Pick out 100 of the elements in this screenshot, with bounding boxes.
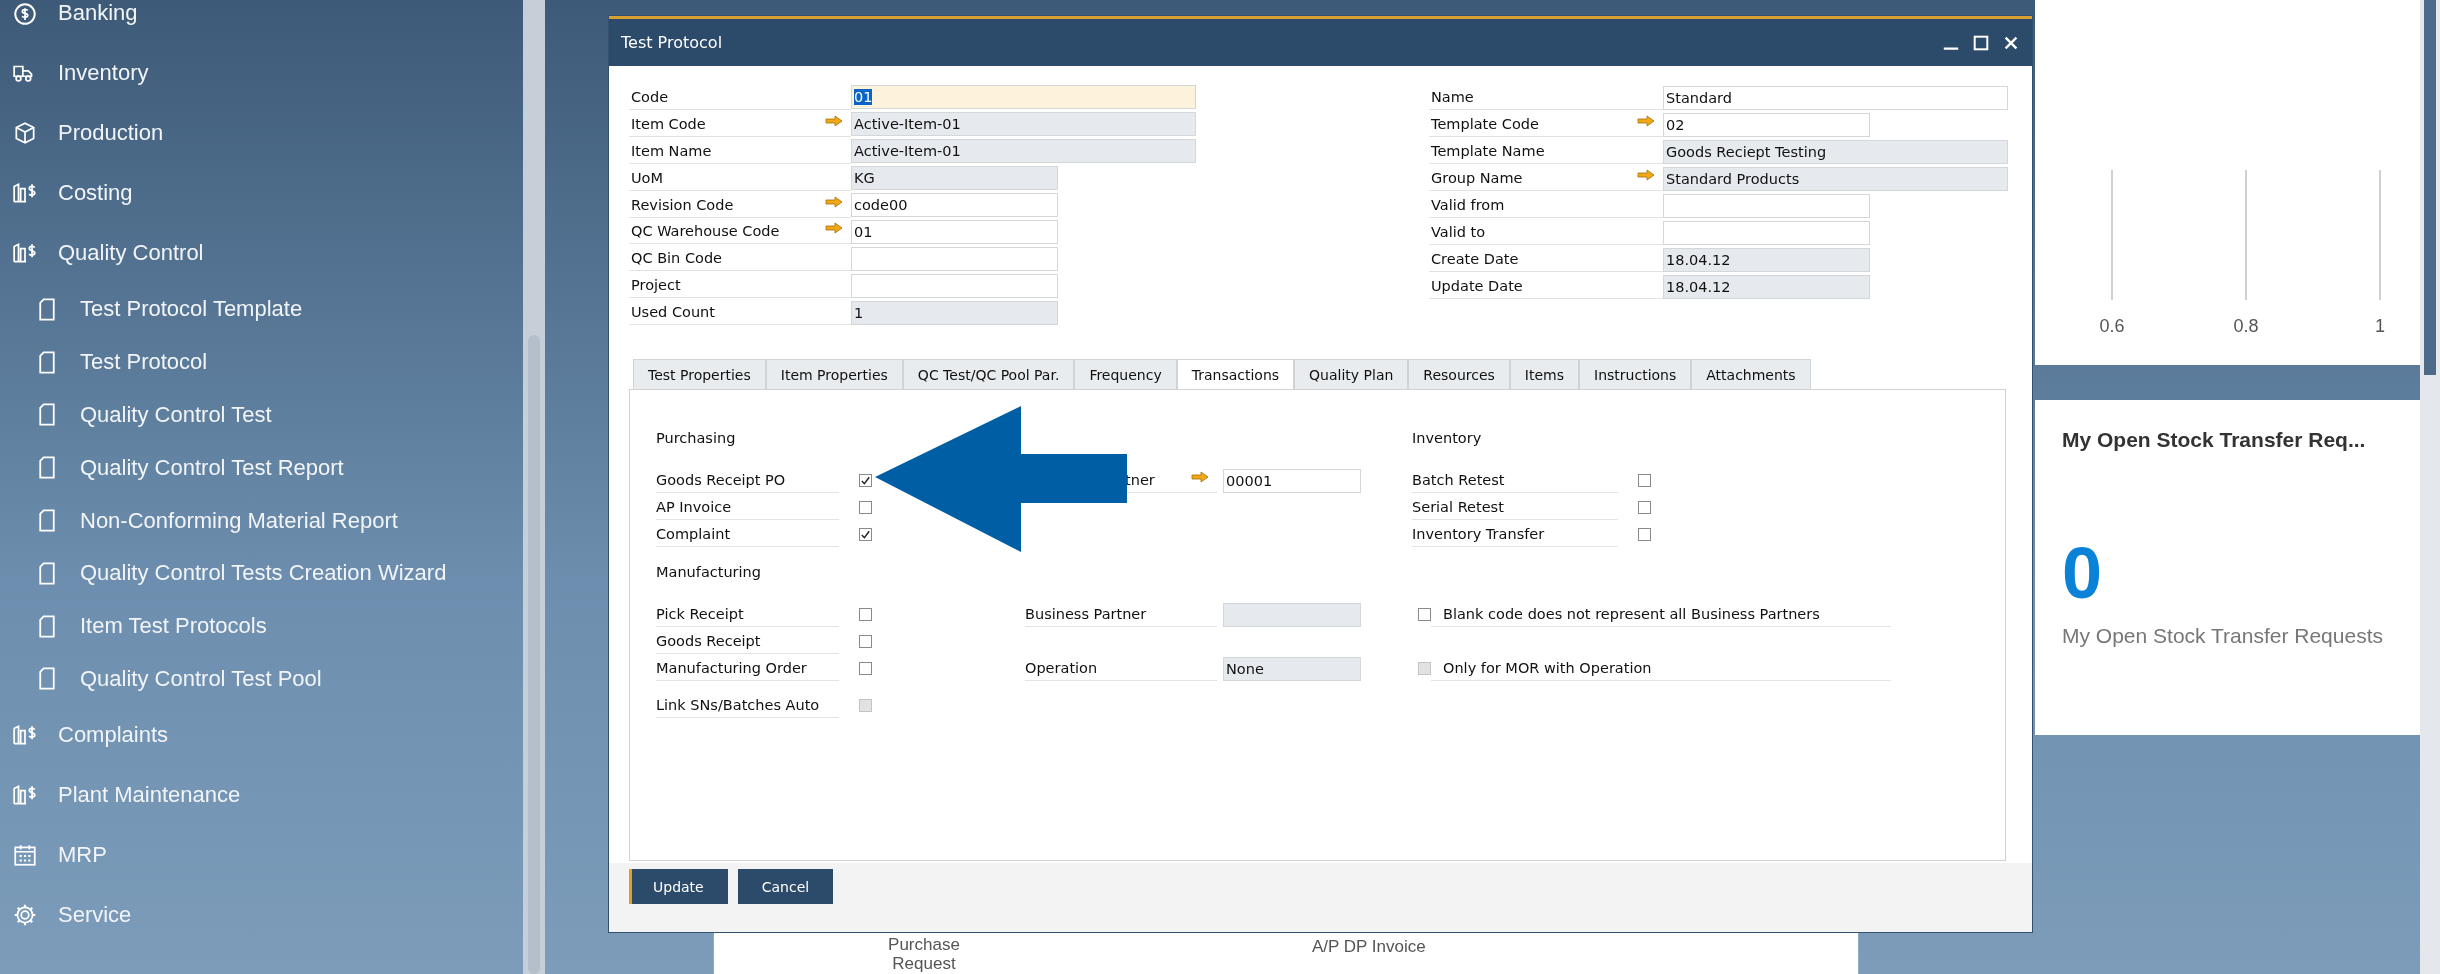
sidebar-item[interactable]: Quality Control	[0, 223, 523, 283]
document-icon	[38, 403, 56, 427]
link-arrow-icon[interactable]	[1637, 115, 1655, 127]
input-field[interactable]: None	[1223, 656, 1361, 681]
tab[interactable]: Items	[1509, 359, 1580, 389]
menu-item-label[interactable]: Purchase Request	[864, 935, 984, 973]
checkbox-label: Link SNs/Batches Auto	[656, 693, 839, 718]
checkbox[interactable]	[1638, 501, 1651, 514]
sidebar-item[interactable]: Inventory	[0, 43, 523, 103]
field-label: Create Date	[1431, 251, 1520, 267]
scrollbar[interactable]	[2420, 0, 2440, 974]
checkbox[interactable]	[859, 608, 872, 621]
input-field[interactable]	[851, 273, 1058, 298]
input-field[interactable]: 01	[851, 219, 1058, 244]
document-icon	[38, 667, 56, 691]
checkbox[interactable]	[859, 528, 872, 541]
maximize-icon[interactable]	[1972, 33, 1990, 52]
field-label: Item Name	[631, 142, 713, 159]
field-label: Used Count	[631, 304, 716, 321]
link-arrow-icon[interactable]	[825, 195, 843, 208]
sidebar-subitem[interactable]: Test Protocol	[0, 335, 523, 389]
link-arrow-icon[interactable]	[1637, 169, 1655, 181]
field-label: Valid to	[1431, 224, 1487, 240]
document-icon	[38, 297, 56, 321]
input-field[interactable]: code00	[851, 193, 1058, 217]
box-icon	[12, 120, 38, 146]
dialog-button[interactable]: Update	[629, 869, 728, 904]
input-field[interactable]: Standard	[1663, 85, 2008, 110]
tab[interactable]: Quality Plan	[1294, 359, 1409, 389]
tab[interactable]: Item Properties	[765, 359, 903, 389]
section-heading: Purchasing	[656, 429, 736, 446]
field-label: QC Bin Code	[631, 250, 724, 267]
kpi-value[interactable]: 0	[2062, 532, 2420, 614]
document-icon	[38, 509, 56, 533]
dialog-button[interactable]: Cancel	[737, 869, 834, 904]
arrow-pointer-icon	[875, 406, 1127, 552]
tab[interactable]: Test Properties	[633, 359, 766, 389]
checkbox-label: Inventory Transfer	[1412, 522, 1618, 547]
ledger-icon	[12, 240, 38, 266]
input-field[interactable]: Active-Item-01	[851, 112, 1196, 137]
tab[interactable]: Resources	[1408, 359, 1510, 389]
field-label: Operation	[1025, 660, 1099, 676]
field-label: Template Name	[1431, 143, 1546, 159]
tab[interactable]: Frequency	[1074, 359, 1177, 389]
input-field[interactable]: 1	[851, 300, 1058, 325]
input-field[interactable]: Goods Reciept Testing	[1663, 139, 2008, 164]
tab[interactable]: Attachments	[1691, 359, 1811, 389]
input-field[interactable]	[851, 246, 1058, 271]
section-heading: Inventory	[1412, 429, 1482, 446]
tab[interactable]: Transactions	[1176, 359, 1295, 389]
input-field[interactable]: KG	[851, 166, 1058, 191]
link-arrow-icon[interactable]	[1191, 471, 1209, 483]
input-field[interactable]: 00001	[1223, 468, 1361, 493]
field-label: Valid from	[1431, 197, 1506, 213]
input-field[interactable]: Standard Products	[1663, 166, 2008, 191]
field-label: Item Code	[631, 115, 707, 132]
scrollbar[interactable]	[523, 0, 545, 974]
link-arrow-icon[interactable]	[825, 114, 843, 127]
checkbox-label: Batch Retest	[1412, 468, 1618, 493]
field-label: Business Partner	[1025, 606, 1148, 622]
sidebar-item[interactable]: Costing	[0, 163, 523, 223]
field-label: Name	[1431, 89, 1475, 105]
input-field[interactable]: 02	[1663, 112, 1870, 137]
input-field[interactable]: 18.04.12	[1663, 274, 1870, 299]
checkbox[interactable]	[859, 474, 872, 487]
checkbox[interactable]	[1418, 608, 1431, 621]
axis-label: 0.8	[2233, 316, 2259, 337]
sidebar-subitem[interactable]: Test Protocol Template	[0, 283, 523, 336]
field-label: UoM	[631, 169, 664, 186]
sidebar-item[interactable]: Banking	[0, 0, 523, 43]
document-icon	[38, 456, 56, 480]
field-label: Update Date	[1431, 278, 1524, 294]
field-label: Revision Code	[631, 196, 735, 213]
checkbox-label: Goods Receipt	[656, 629, 839, 654]
sidebar-item[interactable]: Production	[0, 103, 523, 163]
kpi-caption: My Open Stock Transfer Requests	[2062, 624, 2384, 648]
calendar-icon	[12, 842, 38, 869]
tab[interactable]: QC Test/QC Pool Par.	[902, 359, 1075, 389]
input-field[interactable]: Active-Item-01	[851, 139, 1196, 164]
sidebar-subitem[interactable]: Quality Control Test	[0, 388, 523, 442]
link-arrow-icon[interactable]	[825, 222, 843, 235]
ledger-icon	[12, 180, 38, 206]
input-field[interactable]	[1663, 220, 1870, 245]
input-field[interactable]	[1663, 193, 1870, 218]
checkbox-label: AP Invoice	[656, 495, 839, 520]
document-icon	[38, 561, 56, 585]
tab[interactable]: Instructions	[1579, 359, 1692, 389]
axis-label: 0.6	[2099, 316, 2125, 337]
checkbox[interactable]	[859, 501, 872, 514]
checkbox[interactable]	[859, 662, 872, 675]
checkbox[interactable]	[859, 635, 872, 648]
sidebar-subitem[interactable]: Quality Control Test Report	[0, 441, 523, 495]
input-field[interactable]	[1223, 602, 1361, 627]
menu-item-label[interactable]: A/P DP Invoice	[1312, 937, 1426, 956]
checkbox-label: Goods Receipt PO	[656, 468, 839, 493]
input-field[interactable]: 01	[851, 85, 1196, 110]
input-field[interactable]: 18.04.12	[1663, 247, 1870, 272]
checkbox[interactable]	[1638, 474, 1651, 487]
checkbox[interactable]	[1638, 528, 1651, 541]
window-title: Test Protocol	[621, 33, 724, 52]
